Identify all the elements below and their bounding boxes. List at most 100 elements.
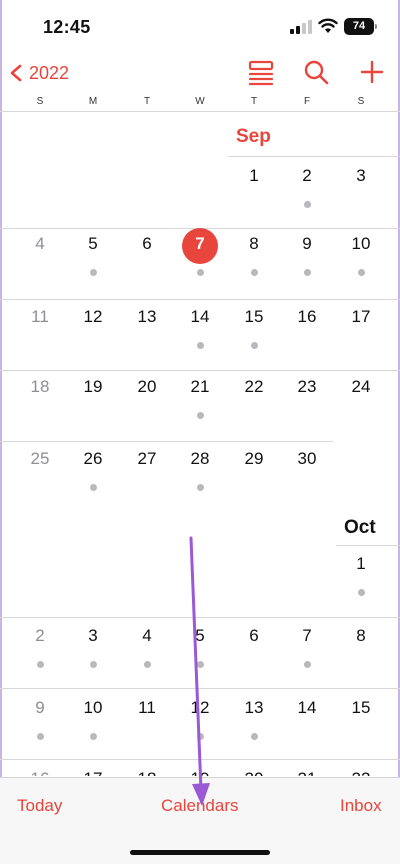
event-dot [89, 269, 97, 276]
day-cell[interactable]: 5 [73, 234, 113, 254]
day-cell[interactable]: 14 [287, 698, 327, 718]
day-cell[interactable]: 29 [234, 449, 274, 469]
day-cell[interactable]: 6 [127, 234, 167, 254]
event-dot [357, 269, 365, 276]
day-cell[interactable]: 23 [287, 377, 327, 397]
day-cell[interactable]: 19 [73, 377, 113, 397]
event-dot [303, 201, 311, 208]
back-to-year-button[interactable]: 2022 [8, 58, 69, 88]
day-cell[interactable]: 5 [180, 626, 220, 646]
event-dot [303, 269, 311, 276]
day-cell[interactable]: 14 [180, 307, 220, 327]
day-cell[interactable]: 4 [127, 626, 167, 646]
day-cell[interactable]: 28 [180, 449, 220, 469]
status-time: 12:45 [43, 17, 91, 37]
day-cell[interactable]: 16 [20, 769, 60, 776]
day-cell[interactable]: 17 [341, 307, 381, 327]
event-dot [196, 412, 204, 419]
day-cell[interactable]: 9 [287, 234, 327, 254]
weekday-label: S [357, 96, 365, 107]
day-cell[interactable]: 19 [180, 769, 220, 776]
week-divider [0, 299, 400, 300]
tab-inbox[interactable]: Inbox [340, 796, 382, 816]
month-grid[interactable]: Sep Oct 1 2 3 4 5 6 7 8 9 10 11 12 13 14 15 16 17 18 19 20 21 2… [0, 113, 400, 776]
day-cell[interactable]: 16 [287, 307, 327, 327]
day-cell[interactable]: 24 [341, 377, 381, 397]
month-label-sep: Sep [236, 126, 271, 147]
day-cell-today[interactable]: 7 [180, 234, 220, 254]
day-cell[interactable]: 7 [287, 626, 327, 646]
tab-calendars[interactable]: Calendars [161, 796, 239, 816]
day-cell[interactable]: 1 [341, 554, 381, 574]
week-divider [0, 441, 333, 442]
day-cell[interactable]: 17 [73, 769, 113, 776]
day-cell[interactable]: 9 [20, 698, 60, 718]
event-dot [89, 661, 97, 668]
day-cell[interactable]: 2 [287, 166, 327, 186]
event-dot [357, 589, 365, 596]
day-cell[interactable]: 10 [341, 234, 381, 254]
event-dot [196, 269, 204, 276]
back-label: 2022 [29, 62, 70, 83]
day-cell[interactable]: 18 [20, 377, 60, 397]
day-cell[interactable]: 3 [73, 626, 113, 646]
day-cell[interactable]: 11 [127, 698, 167, 718]
event-dot [196, 484, 204, 491]
event-dot [196, 342, 204, 349]
week-divider [0, 688, 400, 689]
day-cell[interactable]: 13 [127, 307, 167, 327]
battery-icon: 74 [344, 18, 377, 35]
day-cell[interactable]: 12 [73, 307, 113, 327]
day-cell[interactable]: 11 [20, 307, 60, 327]
week-divider [0, 370, 400, 371]
event-dot [303, 661, 311, 668]
event-dot [36, 733, 44, 740]
tab-today[interactable]: Today [17, 796, 62, 816]
weekday-header: SMTWTFS [0, 94, 400, 112]
day-cell[interactable]: 15 [341, 698, 381, 718]
day-cell[interactable]: 25 [20, 449, 60, 469]
day-cell[interactable]: 27 [127, 449, 167, 469]
day-cell[interactable]: 2 [20, 626, 60, 646]
day-cell[interactable]: 21 [180, 377, 220, 397]
day-cell[interactable]: 22 [234, 377, 274, 397]
day-cell[interactable]: 3 [341, 166, 381, 186]
status-bar: 12:45 74 [0, 0, 400, 52]
chevron-left-icon [10, 64, 22, 82]
day-cell[interactable]: 1 [234, 166, 274, 186]
day-cell[interactable]: 22 [341, 769, 381, 776]
day-cell[interactable]: 18 [127, 769, 167, 776]
home-indicator [130, 850, 270, 855]
wifi-icon [318, 18, 338, 33]
weekday-label: W [195, 96, 205, 107]
day-cell[interactable]: 8 [341, 626, 381, 646]
event-dot [196, 733, 204, 740]
month-divider-oct [336, 545, 400, 546]
day-cell[interactable]: 8 [234, 234, 274, 254]
weekday-label: T [143, 96, 151, 107]
weekday-label: M [88, 96, 98, 107]
search-icon[interactable] [302, 58, 330, 86]
event-dot [89, 733, 97, 740]
weekday-label: S [36, 96, 44, 107]
day-cell[interactable]: 4 [20, 234, 60, 254]
event-dot [250, 342, 258, 349]
day-cell[interactable]: 15 [234, 307, 274, 327]
day-cell[interactable]: 20 [127, 377, 167, 397]
month-divider-sep [228, 156, 400, 157]
day-cell[interactable]: 13 [234, 698, 274, 718]
event-dot [196, 661, 204, 668]
day-cell[interactable]: 6 [234, 626, 274, 646]
day-cell[interactable]: 12 [180, 698, 220, 718]
plus-icon[interactable] [358, 58, 386, 86]
day-cell[interactable]: 30 [287, 449, 327, 469]
event-dot [250, 269, 258, 276]
list-view-icon[interactable] [247, 58, 275, 86]
week-divider [0, 617, 400, 618]
day-cell[interactable]: 21 [287, 769, 327, 776]
calendar-toolbar: 2022 [0, 52, 400, 94]
event-dot [143, 661, 151, 668]
day-cell[interactable]: 20 [234, 769, 274, 776]
day-cell[interactable]: 10 [73, 698, 113, 718]
day-cell[interactable]: 26 [73, 449, 113, 469]
